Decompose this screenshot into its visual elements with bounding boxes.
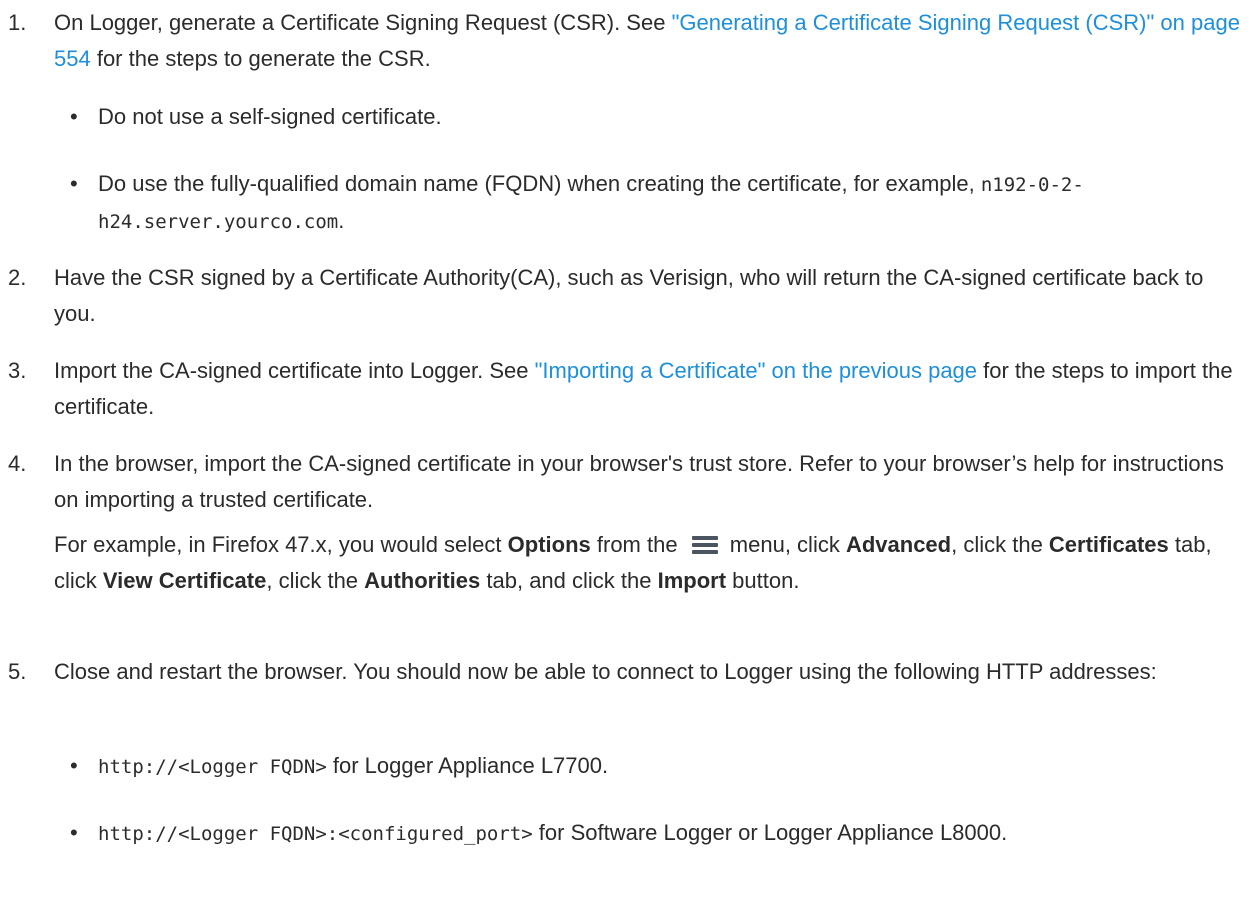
step-number: 5.	[8, 659, 27, 684]
hamburger-menu-icon	[691, 536, 718, 554]
step-number: 3.	[8, 358, 27, 383]
step-text: Have the CSR signed by a Certificate Aut…	[54, 265, 1204, 326]
bullet-dot: •	[70, 753, 78, 778]
step-number: 1.	[8, 10, 27, 35]
bullet-dot: •	[70, 171, 78, 196]
url-code: http://<Logger FQDN>:<configured_port>	[98, 823, 533, 845]
importing-certificate-link[interactable]: "Importing a Certificate" on the previou…	[535, 358, 977, 383]
step-text: On Logger, generate a Certificate Signin…	[54, 10, 1240, 71]
url-code: http://<Logger FQDN>	[98, 756, 327, 778]
bullet-dot: •	[70, 104, 78, 129]
step-number: 2.	[8, 265, 27, 290]
bullet-dot: •	[70, 820, 78, 845]
step-number: 4.	[8, 451, 27, 476]
step-text: In the browser, import the CA-signed cer…	[54, 451, 1224, 512]
step-text: Close and restart the browser. You shoul…	[54, 659, 1157, 684]
step-text: Import the CA-signed certificate into Lo…	[54, 358, 1233, 419]
example-text: For example, in Firefox 47.x, you would …	[54, 532, 1212, 593]
document-page: 1. On Logger, generate a Certificate Sig…	[0, 0, 1250, 900]
